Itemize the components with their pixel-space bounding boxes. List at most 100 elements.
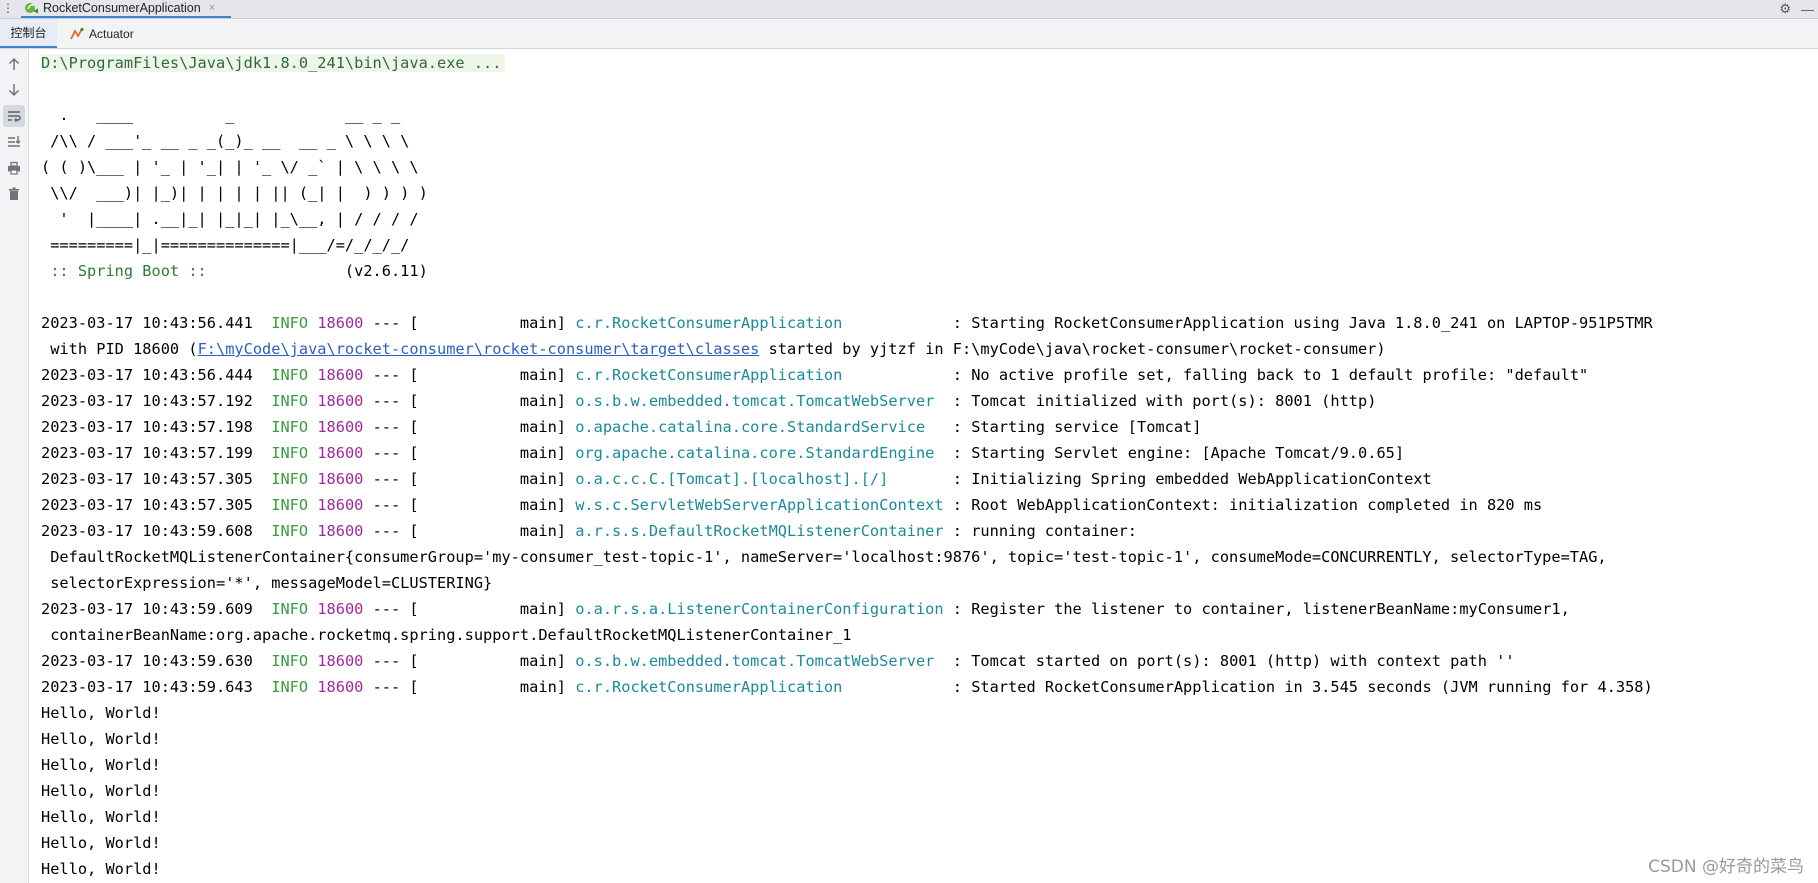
scroll-down-arrow-icon[interactable]	[3, 79, 25, 101]
banner-line: ' |____| .__|_| |_|_| |_\__, | / / / /	[41, 210, 419, 228]
log-line: 2023-03-17 10:43:57.192 INFO 18600 --- […	[41, 388, 1653, 414]
log-message: : running container:	[943, 522, 1137, 540]
log-thread: --- [ main]	[363, 600, 576, 618]
log-pid: 18600	[317, 418, 364, 436]
log-time: 2023-03-17 10:43:57.198	[41, 418, 253, 436]
log-time: 2023-03-17 10:43:57.192	[41, 392, 253, 410]
banner-line: . ____ _ __ _ _	[41, 106, 401, 124]
tab-console-label: 控制台	[10, 26, 47, 40]
spring-boot-label: :: Spring Boot ::	[41, 262, 216, 280]
actuator-icon	[70, 27, 84, 39]
banner-line: \\/ ___)| |_)| | | | | || (_| | ) ) ) )	[41, 184, 428, 202]
log-line: 2023-03-17 10:43:56.441 INFO 18600 --- […	[41, 310, 1653, 336]
log-thread: --- [ main]	[363, 418, 576, 436]
settings-gear-icon[interactable]: ⚙	[1779, 1, 1791, 17]
log-logger: a.r.s.s.DefaultRocketMQListenerContainer	[575, 522, 944, 540]
log-logger: org.apache.catalina.core.StandardEngine	[575, 444, 944, 462]
hello-output-line: Hello, World!	[41, 782, 161, 800]
log-logger: o.apache.catalina.core.StandardService	[575, 418, 944, 436]
console-output[interactable]: D:\ProgramFiles\Java\jdk1.8.0_241\bin\ja…	[41, 50, 1653, 882]
log-line: 2023-03-17 10:43:59.609 INFO 18600 --- […	[41, 596, 1653, 622]
hello-output-line: Hello, World!	[41, 808, 161, 826]
log-logger: c.r.RocketConsumerApplication	[575, 678, 944, 696]
log-time: 2023-03-17 10:43:56.444	[41, 366, 253, 384]
minimize-icon[interactable]: —	[1801, 2, 1814, 17]
hello-output-line: Hello, World!	[41, 730, 161, 748]
log-continuation-line: selectorExpression='*', messageModel=CLU…	[41, 574, 493, 592]
log-level: INFO	[271, 522, 309, 540]
log-level: INFO	[271, 678, 309, 696]
log-pid: 18600	[317, 314, 364, 332]
log-logger: o.s.b.w.embedded.tomcat.TomcatWebServer	[575, 392, 944, 410]
log-level: INFO	[271, 652, 309, 670]
log-thread: --- [ main]	[363, 470, 576, 488]
log-level: INFO	[271, 418, 309, 436]
log-thread: --- [ main]	[363, 652, 576, 670]
log-message: : Initializing Spring embedded WebApplic…	[943, 470, 1432, 488]
console-command-line: D:\ProgramFiles\Java\jdk1.8.0_241\bin\ja…	[41, 50, 1653, 76]
log-time: 2023-03-17 10:43:57.199	[41, 444, 253, 462]
log-line: 2023-03-17 10:43:57.198 INFO 18600 --- […	[41, 414, 1653, 440]
close-tab-icon[interactable]: ×	[209, 2, 215, 14]
log-pid: 18600	[317, 392, 364, 410]
log-continuation-text: with PID 18600 (	[41, 340, 198, 358]
log-line: 2023-03-17 10:43:57.305 INFO 18600 --- […	[41, 466, 1653, 492]
log-logger: o.a.r.s.a.ListenerContainerConfiguration	[575, 600, 944, 618]
log-message: : Starting service [Tomcat]	[943, 418, 1202, 436]
log-thread: --- [ main]	[363, 314, 576, 332]
scroll-to-end-icon[interactable]	[3, 131, 25, 153]
log-level: INFO	[271, 496, 309, 514]
log-message: : No active profile set, falling back to…	[943, 366, 1589, 384]
log-line: 2023-03-17 10:43:57.199 INFO 18600 --- […	[41, 440, 1653, 466]
log-line: 2023-03-17 10:43:59.630 INFO 18600 --- […	[41, 648, 1653, 674]
log-level: INFO	[271, 392, 309, 410]
tab-console[interactable]: 控制台	[0, 19, 57, 48]
log-time: 2023-03-17 10:43:57.305	[41, 470, 253, 488]
log-message: : Started RocketConsumerApplication in 3…	[943, 678, 1653, 696]
log-level: INFO	[271, 600, 309, 618]
log-logger: c.r.RocketConsumerApplication	[575, 366, 944, 384]
drag-handle-icon[interactable]: ⋮	[2, 1, 14, 15]
log-pid: 18600	[317, 522, 364, 540]
log-logger: o.a.c.c.C.[Tomcat].[localhost].[/]	[575, 470, 944, 488]
log-thread: --- [ main]	[363, 522, 576, 540]
log-line: 2023-03-17 10:43:57.305 INFO 18600 --- […	[41, 492, 1653, 518]
log-pid: 18600	[317, 652, 364, 670]
log-thread: --- [ main]	[363, 366, 576, 384]
banner-line: =========|_|==============|___/=/_/_/_/	[41, 236, 410, 254]
hello-output-line: Hello, World!	[41, 860, 161, 878]
spring-boot-version-line: :: Spring Boot :: (v2.6.11)	[41, 258, 1653, 284]
log-message: : Starting RocketConsumerApplication usi…	[943, 314, 1653, 332]
log-message: : Tomcat initialized with port(s): 8001 …	[943, 392, 1377, 410]
clear-all-trash-icon[interactable]	[3, 183, 25, 205]
sub-tab-bar: 控制台 Actuator	[0, 19, 1818, 49]
hello-output-line: Hello, World!	[41, 834, 161, 852]
hello-output-line: Hello, World!	[41, 756, 161, 774]
log-pid: 18600	[317, 600, 364, 618]
log-time: 2023-03-17 10:43:59.608	[41, 522, 253, 540]
soft-wrap-icon[interactable]	[3, 105, 25, 127]
console-toolbar	[0, 49, 29, 883]
log-continuation-line: with PID 18600 (F:\myCode\java\rocket-co…	[41, 336, 1653, 362]
classes-path-link[interactable]: F:\myCode\java\rocket-consumer\rocket-co…	[198, 340, 760, 358]
log-thread: --- [ main]	[363, 392, 576, 410]
log-time: 2023-03-17 10:43:59.643	[41, 678, 253, 696]
log-logger: o.s.b.w.embedded.tomcat.TomcatWebServer	[575, 652, 944, 670]
banner-line: ( ( )\___ | '_ | '_| | '_ \/ _` | \ \ \ …	[41, 158, 419, 176]
log-thread: --- [ main]	[363, 678, 576, 696]
csdn-watermark: CSDN @好奇的菜鸟	[1648, 857, 1804, 877]
tab-actuator[interactable]: Actuator	[70, 19, 134, 48]
log-line: 2023-03-17 10:43:56.444 INFO 18600 --- […	[41, 362, 1653, 388]
scroll-up-arrow-icon[interactable]	[3, 53, 25, 75]
log-level: INFO	[271, 314, 309, 332]
log-message: : Tomcat started on port(s): 8001 (http)…	[943, 652, 1515, 670]
run-tab-rocket-consumer-application[interactable]: RocketConsumerApplication ×	[21, 0, 231, 18]
banner-line: /\\ / ___'_ __ _ _(_)_ __ __ _ \ \ \ \	[41, 132, 410, 150]
log-line: 2023-03-17 10:43:59.608 INFO 18600 --- […	[41, 518, 1653, 544]
log-time: 2023-03-17 10:43:57.305	[41, 496, 253, 514]
hello-output-line: Hello, World!	[41, 704, 161, 722]
log-logger: c.r.RocketConsumerApplication	[575, 314, 944, 332]
print-icon[interactable]	[3, 157, 25, 179]
run-tab-title: RocketConsumerApplication	[43, 1, 201, 15]
